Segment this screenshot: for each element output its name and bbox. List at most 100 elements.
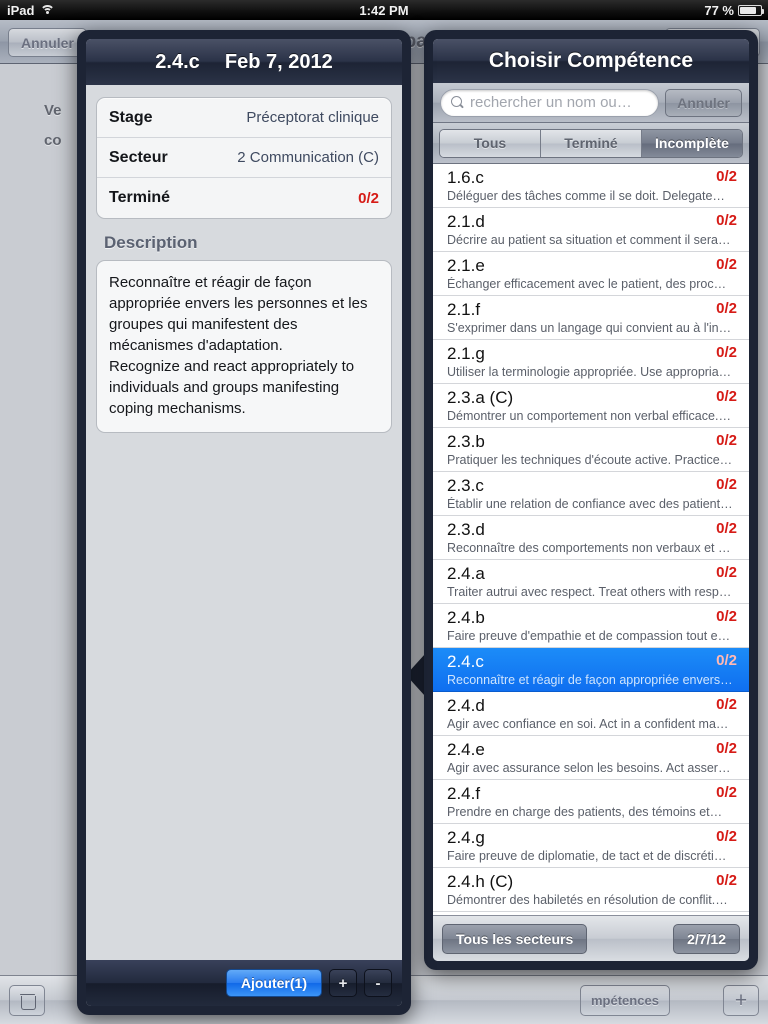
list-item-score: 0/2 xyxy=(716,476,737,493)
list-item[interactable]: 2.4.d 0/2 Agir avec confiance en soi. Act … xyxy=(433,692,749,736)
list-item[interactable]: 2.1.e 0/2 Échanger efficacement avec le pa… xyxy=(433,252,749,296)
picker-filter-bar: Tous Terminé Incomplète xyxy=(433,123,749,164)
list-item-code: 2.1.f xyxy=(447,300,481,319)
list-item[interactable]: 2.4.f 0/2 Prendre en charge des patients, … xyxy=(433,780,749,824)
list-item-code: 2.1.e xyxy=(447,256,485,275)
delete-button[interactable] xyxy=(9,985,45,1016)
list-item[interactable]: 2.1.d 0/2 Décrire au patient sa situation … xyxy=(433,208,749,252)
list-item-description: Utiliser la terminologie appropriée. Use… xyxy=(447,365,735,379)
list-item-code: 2.4.g xyxy=(447,828,485,847)
search-cancel-button[interactable]: Annuler xyxy=(665,88,742,117)
date-button[interactable]: 2/7/12 xyxy=(673,923,740,954)
list-item-score: 0/2 xyxy=(716,520,737,537)
list-item[interactable]: 2.1.g 0/2 Utiliser la terminologie appropr… xyxy=(433,340,749,384)
status-bar-time: 1:42 PM xyxy=(359,2,409,18)
status-bar: iPad 1:42 PM 77 % xyxy=(0,0,768,20)
list-item-code: 2.1.d xyxy=(447,212,485,231)
list-item-code: 2.4.d xyxy=(447,696,485,715)
list-item[interactable]: 2.3.b 0/2 Pratiquer les techniques d'écout… xyxy=(433,428,749,472)
competences-button[interactable]: mpétences xyxy=(580,985,670,1016)
decrement-button[interactable]: - xyxy=(364,969,392,997)
list-item-description: Établir une relation de confiance avec d… xyxy=(447,497,733,511)
filter-segmented-control[interactable]: Tous Terminé Incomplète xyxy=(439,128,743,158)
list-item-description: S'exprimer dans un langage qui convient … xyxy=(447,321,735,335)
list-item-description: Traiter autrui avec respect. Treat other… xyxy=(447,585,732,599)
picker-navbar: Choisir Compétence xyxy=(433,39,749,83)
list-item[interactable]: 2.4.h (C) 0/2 Démontrer des habiletés en r… xyxy=(433,868,749,912)
list-item-code: 2.1.g xyxy=(447,344,485,363)
add-button[interactable]: + xyxy=(723,985,759,1016)
list-item[interactable]: 2.4.a 0/2 Traiter autrui avec respect. Tre… xyxy=(433,560,749,604)
list-item-code: 2.4.b xyxy=(447,608,485,627)
list-item-description: Agir avec assurance selon les besoins. A… xyxy=(447,761,737,775)
trash-icon xyxy=(19,993,36,1010)
filter-segment-tous[interactable]: Tous xyxy=(440,129,541,157)
list-item-description: Agir avec confiance en soi. Act in a con… xyxy=(447,717,736,731)
list-item-score: 0/2 xyxy=(716,608,737,625)
battery-percent-label: 77 % xyxy=(704,2,734,18)
search-input[interactable]: rechercher un nom ou… xyxy=(440,88,660,117)
list-item-score: 0/2 xyxy=(716,564,737,581)
list-item-description: Déléguer des tâches comme il se doit. De… xyxy=(447,189,725,203)
picker-bottom-toolbar: Tous les secteurs 2/7/12 xyxy=(433,915,749,961)
list-item-description: Pratiquer les techniques d'écoute active… xyxy=(447,453,733,467)
list-item-score: 0/2 xyxy=(716,872,737,889)
detail-bottom-toolbar: Ajouter(1) + - xyxy=(86,960,402,1006)
list-item-score: 0/2 xyxy=(716,300,737,317)
search-icon xyxy=(451,96,464,109)
list-item-score: 0/2 xyxy=(716,256,737,273)
list-item-score: 0/2 xyxy=(716,168,737,185)
detail-field-row: Stage Préceptorat clinique xyxy=(97,98,391,138)
detail-navbar: 2.4.c Feb 7, 2012 xyxy=(86,39,402,85)
detail-field-value: 0/2 xyxy=(358,189,379,207)
list-item-score: 0/2 xyxy=(716,740,737,757)
competence-detail-popover: 2.4.c Feb 7, 2012 Stage Préceptorat clini… xyxy=(77,30,411,1015)
list-item[interactable]: 2.4.b 0/2 Faire preuve d'empathie et de co… xyxy=(433,604,749,648)
ajouter-button[interactable]: Ajouter(1) xyxy=(225,969,322,997)
detail-content: Stage Préceptorat clinique Secteur 2 Commun… xyxy=(86,85,402,960)
list-item[interactable]: 2.4.c 0/2 Reconnaître et réagir de façon a… xyxy=(433,648,749,692)
list-item[interactable]: 2.3.d 0/2 Reconnaître des comportements no… xyxy=(433,516,749,560)
list-item-code: 2.4.a xyxy=(447,564,485,583)
detail-field-row: Terminé 0/2 xyxy=(97,178,391,218)
list-item-score: 0/2 xyxy=(716,652,737,669)
list-item[interactable]: 2.3.a (C) 0/2 Démontrer un comportement no… xyxy=(433,384,749,428)
detail-field-value: Préceptorat clinique xyxy=(246,109,379,126)
competence-list[interactable]: 1.6.c 0/2 Déléguer des tâches comme il se … xyxy=(433,164,749,915)
list-item[interactable]: 2.3.c 0/2 Établir une relation de confianc… xyxy=(433,472,749,516)
list-item-description: Échanger efficacement avec le patient, d… xyxy=(447,277,734,291)
detail-field-value: 2 Communication (C) xyxy=(237,149,379,166)
list-item-score: 0/2 xyxy=(716,212,737,229)
list-item[interactable]: 2.4.g 0/2 Faire preuve de diplomatie, de t… xyxy=(433,824,749,868)
list-item[interactable]: 1.6.c 0/2 Déléguer des tâches comme il se … xyxy=(433,164,749,208)
list-item[interactable]: 2.4.e 0/2 Agir avec assurance selon les be… xyxy=(433,736,749,780)
list-item-code: 2.4.h (C) xyxy=(447,872,514,891)
filter-segment-termin[interactable]: Terminé xyxy=(541,129,642,157)
description-header: Description xyxy=(104,233,198,252)
list-item-description: Décrire au patient sa situation et comme… xyxy=(447,233,731,247)
list-item-score: 0/2 xyxy=(716,344,737,361)
list-item-code: 2.4.c xyxy=(447,652,484,671)
competence-picker-popover: Choisir Compétence rechercher un nom ou…… xyxy=(424,30,758,970)
filter-segment-incomplte[interactable]: Incomplète xyxy=(642,129,742,157)
description-text: Reconnaître et réagir de façon approprié… xyxy=(96,260,392,433)
list-item-code: 2.3.c xyxy=(447,476,484,495)
background-cancel-button[interactable]: Annuler xyxy=(8,28,87,57)
detail-title-date: Feb 7, 2012 xyxy=(224,50,333,73)
detail-title-code: 2.4.c xyxy=(155,50,200,73)
increment-button[interactable]: + xyxy=(329,969,357,997)
list-item-description: Reconnaître et réagir de façon approprié… xyxy=(447,673,733,687)
detail-field-key: Stage xyxy=(109,108,153,126)
list-item-description: Faire preuve de diplomatie, de tact et d… xyxy=(447,849,734,863)
list-item-code: 2.3.a (C) xyxy=(447,388,514,407)
list-item[interactable]: 2.1.f 0/2 S'exprimer dans un langage qui c… xyxy=(433,296,749,340)
detail-title: 2.4.c Feb 7, 2012 xyxy=(155,51,332,74)
detail-field-key: Secteur xyxy=(109,148,168,166)
detail-field-row: Secteur 2 Communication (C) xyxy=(97,138,391,178)
all-sectors-button[interactable]: Tous les secteurs xyxy=(442,923,588,954)
list-item-score: 0/2 xyxy=(716,828,737,845)
battery-icon xyxy=(738,4,764,16)
list-item-score: 0/2 xyxy=(716,388,737,405)
list-item-code: 2.3.b xyxy=(447,432,485,451)
list-item-description: Démontrer un comportement non verbal eff… xyxy=(447,409,735,423)
